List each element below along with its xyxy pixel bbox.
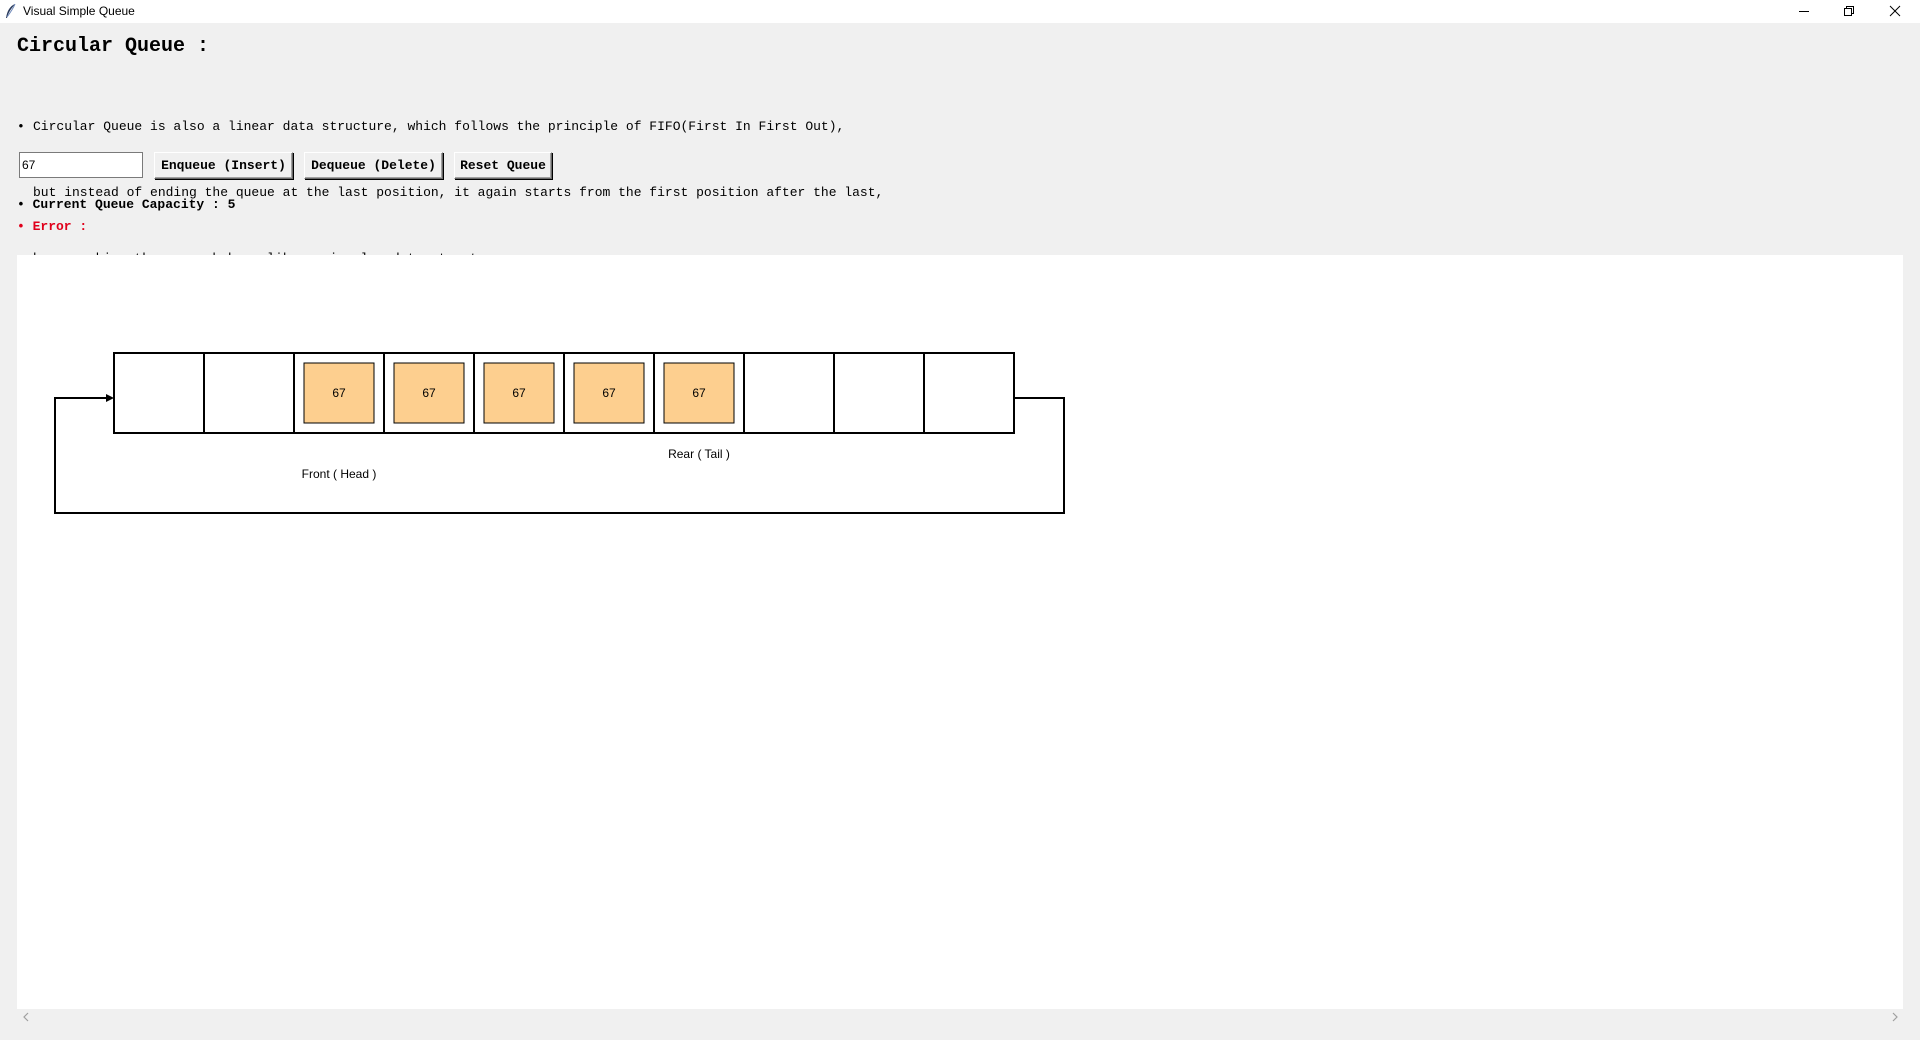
- queue-slot: [833, 352, 925, 434]
- queue-element-value: 67: [602, 386, 616, 400]
- queue-slot: 67: [653, 352, 745, 434]
- arrow-head-icon: [106, 394, 114, 402]
- queue-element-value: 67: [692, 386, 706, 400]
- slot-border: [833, 352, 925, 434]
- queue-diagram: 67 67 67 67 67 Front ( Head ) Rear ( Tail ): [54, 352, 1065, 514]
- page-title: Circular Queue :: [17, 35, 210, 58]
- value-input[interactable]: [19, 152, 143, 178]
- reset-queue-button[interactable]: Reset Queue: [454, 152, 552, 179]
- rear-label: Rear ( Tail ): [668, 447, 730, 461]
- description-line-1: • Circular Queue is also a linear data st…: [17, 116, 883, 138]
- queue-slot: [923, 352, 1015, 434]
- queue-canvas: 67 67 67 67 67 Front ( Head ) Rear ( Tail ): [17, 255, 1903, 1009]
- slot-border: [203, 352, 295, 434]
- queue-slot: [113, 352, 205, 434]
- front-label: Front ( Head ): [302, 467, 377, 481]
- minimize-icon: [1798, 5, 1810, 17]
- queue-element-value: 67: [512, 386, 526, 400]
- queue-element-value: 67: [332, 386, 346, 400]
- slot-border: [923, 352, 1015, 434]
- slot-border: [743, 352, 835, 434]
- title-bar: Visual Simple Queue: [0, 0, 1920, 23]
- bullet: •: [17, 119, 25, 134]
- chevron-left-icon: [22, 1009, 30, 1027]
- queue-slot: 67: [293, 352, 385, 434]
- restore-icon: [1843, 5, 1855, 17]
- capacity-status: • Current Queue Capacity : 5: [17, 197, 236, 212]
- window-title: Visual Simple Queue: [23, 4, 135, 18]
- horizontal-scrollbar[interactable]: [17, 1009, 1903, 1026]
- close-button[interactable]: [1872, 0, 1918, 22]
- queue-slot: [743, 352, 835, 434]
- restore-button[interactable]: [1826, 0, 1872, 22]
- enqueue-button[interactable]: Enqueue (Insert): [154, 152, 293, 179]
- queue-element-value: 67: [422, 386, 436, 400]
- feather-icon: [4, 3, 18, 19]
- scroll-right-button[interactable]: [1886, 1009, 1903, 1026]
- queue-slot: 67: [383, 352, 475, 434]
- minimize-button[interactable]: [1781, 0, 1827, 22]
- queue-slot: 67: [563, 352, 655, 434]
- close-icon: [1889, 5, 1901, 17]
- error-status: • Error :: [17, 219, 88, 234]
- scroll-left-button[interactable]: [17, 1009, 34, 1026]
- dequeue-button[interactable]: Dequeue (Delete): [304, 152, 443, 179]
- chevron-right-icon: [1891, 1009, 1899, 1027]
- slot-border: [113, 352, 205, 434]
- queue-slot: 67: [473, 352, 565, 434]
- queue-slot: [203, 352, 295, 434]
